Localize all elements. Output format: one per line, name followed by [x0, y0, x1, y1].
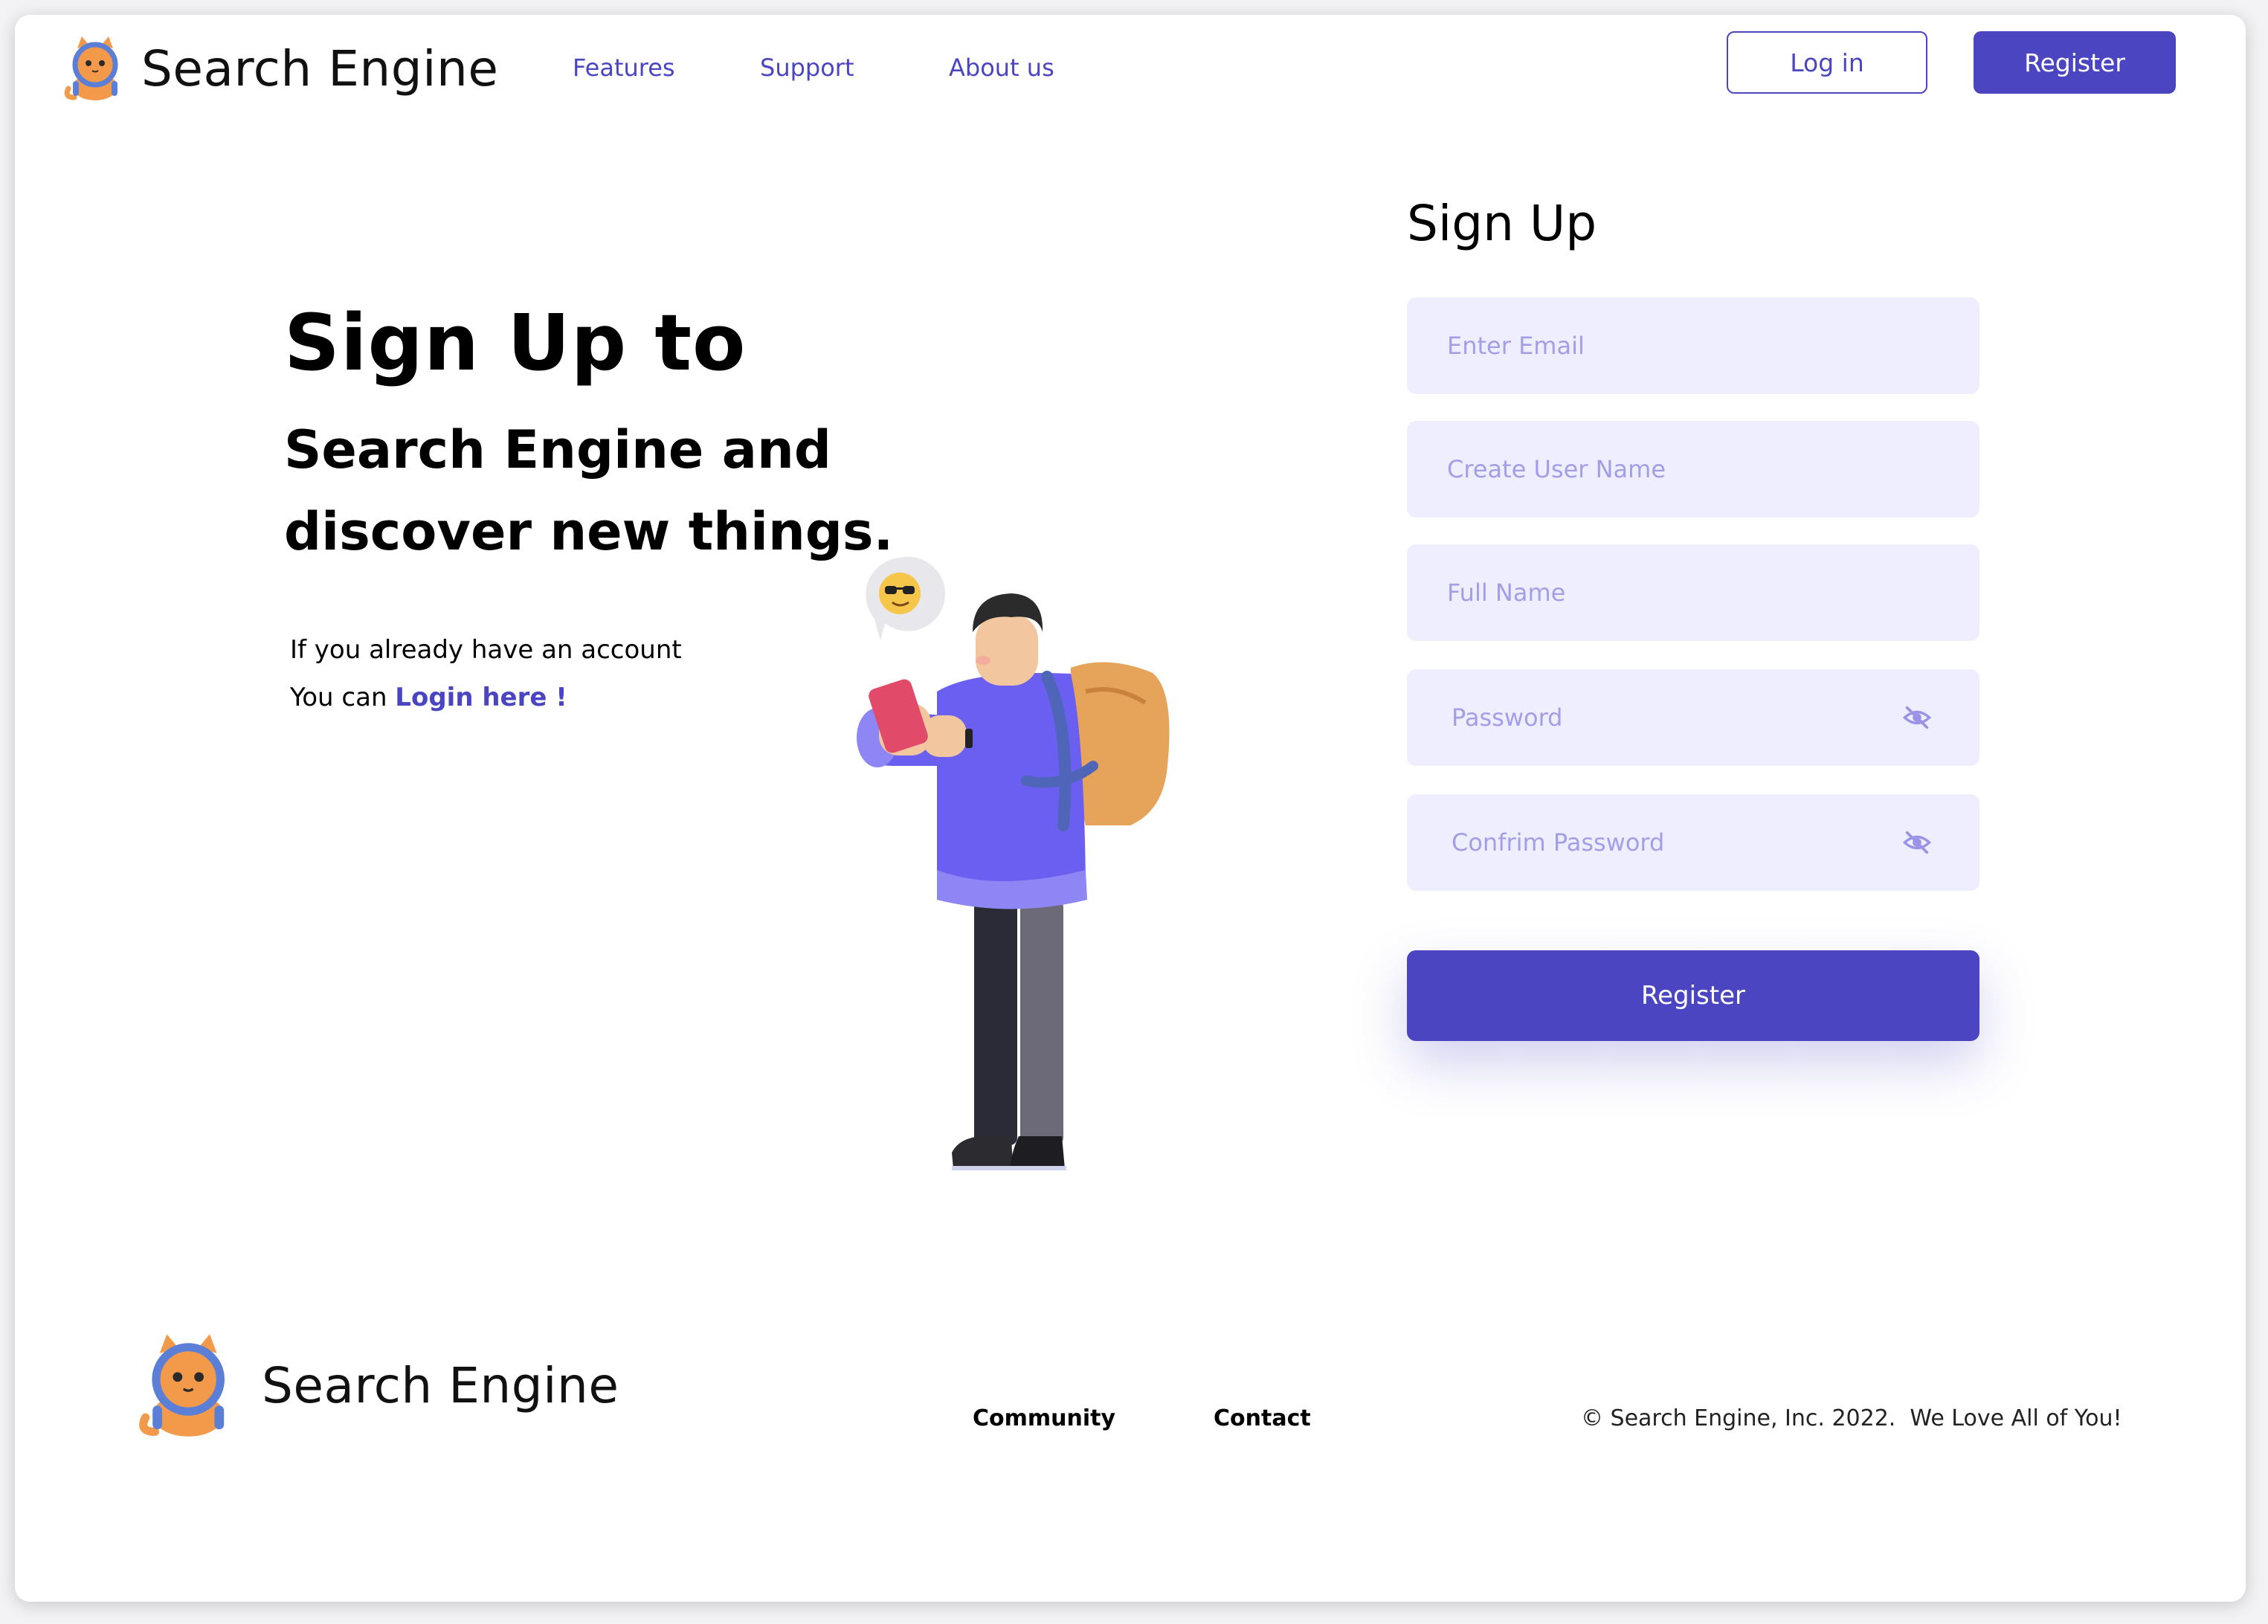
username-field[interactable]	[1407, 421, 1979, 518]
email-field[interactable]	[1407, 297, 1979, 394]
fullname-field[interactable]	[1407, 544, 1979, 641]
confirm-password-field-wrapper	[1407, 794, 1979, 891]
person-with-phone-illustration	[857, 556, 1170, 1170]
password-field[interactable]	[1407, 669, 1979, 766]
cat-mascot-icon	[139, 1334, 225, 1437]
confirm-password-field[interactable]	[1407, 794, 1979, 891]
eye-off-icon[interactable]	[1902, 828, 1932, 857]
hero-subtitle-line1: Search Engine and	[284, 419, 831, 480]
login-button[interactable]: Log in	[1727, 31, 1927, 94]
fullname-field-wrapper	[1407, 544, 1979, 641]
nav-support[interactable]: Support	[760, 54, 854, 82]
page-card: Search Engine Features Support About us …	[15, 15, 2246, 1602]
login-here-link[interactable]: Login here !	[395, 683, 567, 712]
hero-note-prefix: You can	[290, 683, 396, 712]
hero-note: If you already have an account You can L…	[290, 626, 682, 721]
register-submit-button[interactable]: Register	[1407, 950, 1979, 1041]
nav-about[interactable]: About us	[949, 54, 1054, 82]
footer-contact-link[interactable]: Contact	[1214, 1405, 1311, 1431]
header-register-button[interactable]: Register	[1974, 31, 2176, 94]
footer-brand-name: Search Engine	[262, 1356, 619, 1414]
email-field-wrapper	[1407, 297, 1979, 394]
hero-subtitle: Search Engine and discover new things.	[284, 409, 924, 573]
hero-title: Sign Up to	[284, 297, 747, 388]
form-title: Sign Up	[1407, 195, 1597, 252]
footer-community-link[interactable]: Community	[973, 1405, 1115, 1431]
eye-off-icon[interactable]	[1902, 703, 1932, 732]
password-field-wrapper	[1407, 669, 1979, 766]
hero-note-line1: If you already have an account	[290, 635, 682, 665]
footer-brand[interactable]: Search Engine	[135, 1330, 619, 1441]
hero-note-line2: You can Login here !	[290, 674, 682, 721]
username-field-wrapper	[1407, 421, 1979, 518]
hero-subtitle-line2: discover new things.	[284, 501, 894, 562]
header-brand[interactable]: Search Engine	[62, 24, 498, 113]
sunglasses-emoji-icon	[866, 556, 946, 641]
nav-features[interactable]: Features	[573, 54, 675, 82]
brand-name: Search Engine	[141, 39, 499, 97]
cat-mascot-icon	[64, 36, 118, 100]
copyright-text: © Search Engine, Inc. 2022. We Love All …	[1581, 1405, 2122, 1431]
